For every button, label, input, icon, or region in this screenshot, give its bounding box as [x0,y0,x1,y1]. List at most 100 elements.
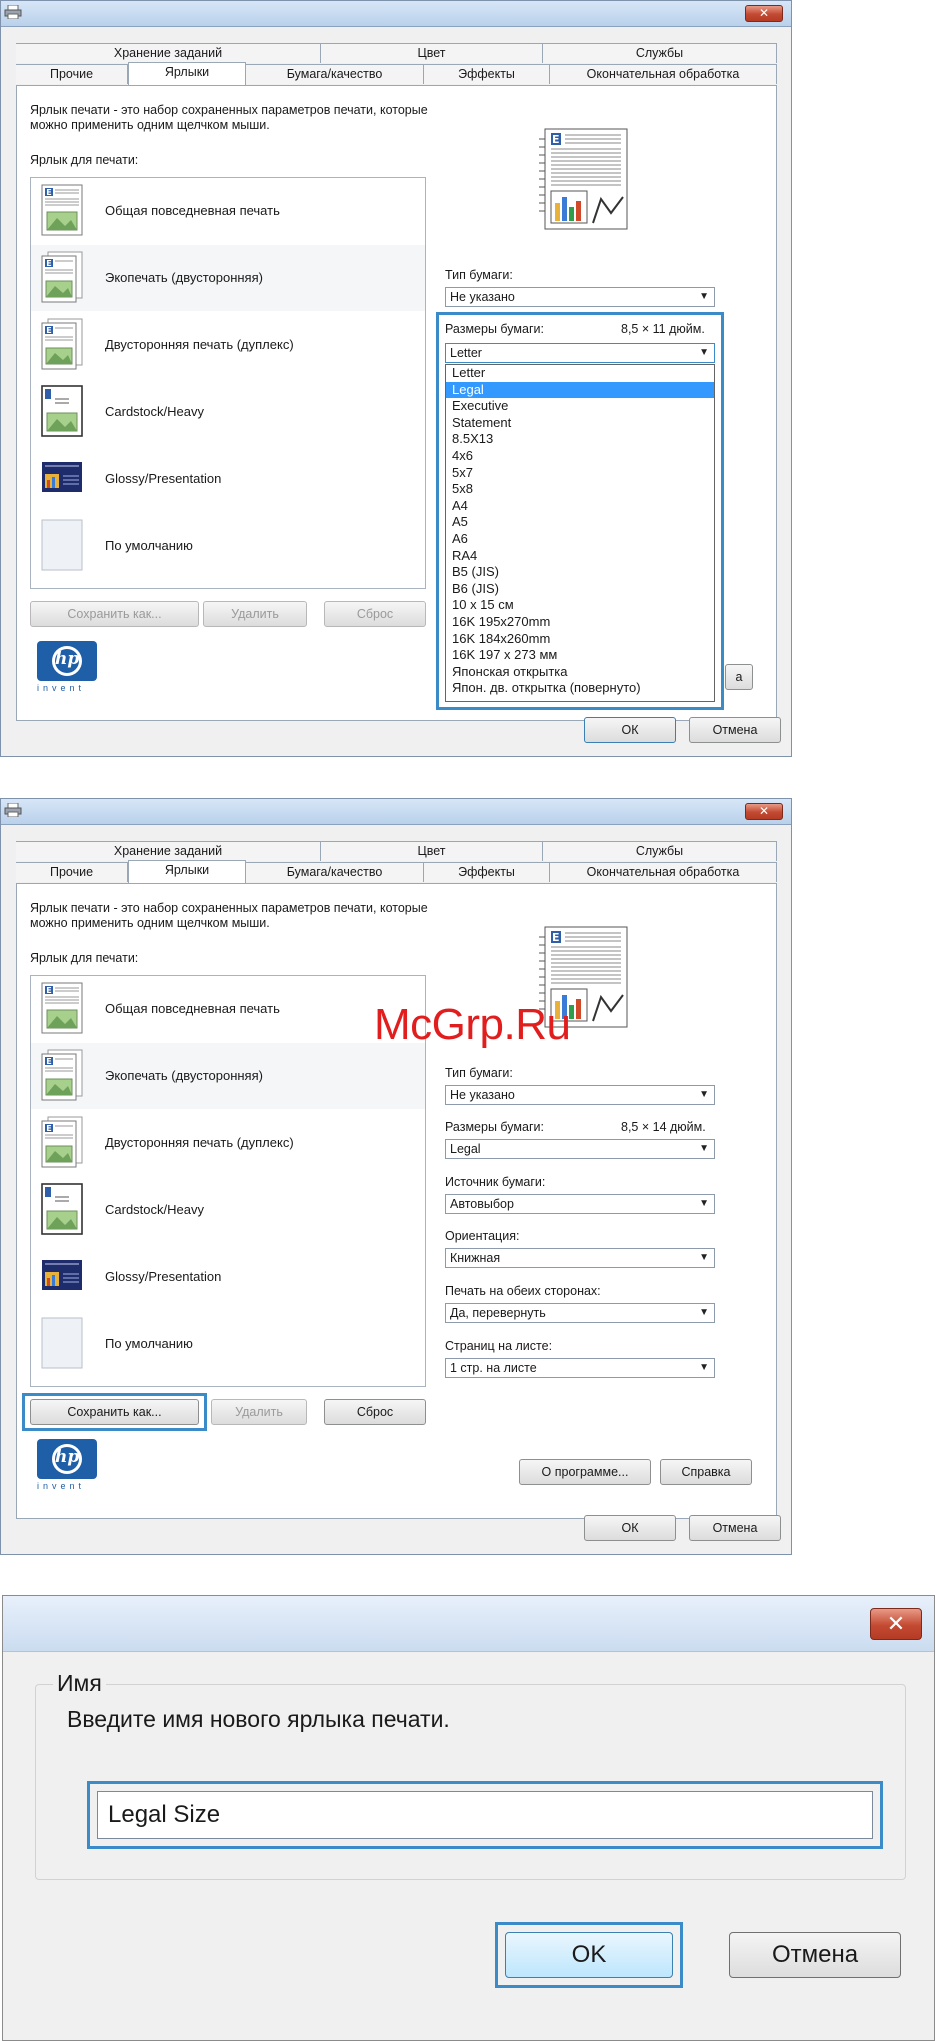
title-bar: ✕ [1,1,791,27]
list-item[interactable]: Двусторонняя печать (дуплекс) [31,1110,425,1176]
ok-button[interactable]: ОК [584,1515,676,1541]
dropdown-option[interactable]: B6 (JIS) [446,581,714,598]
dropdown-option[interactable]: 16K 184x260mm [446,631,714,648]
help-button[interactable]: Справка [660,1459,752,1485]
blank-page-icon [41,1317,83,1369]
dropdown-option[interactable]: 4x6 [446,448,714,465]
dropdown-option[interactable]: A6 [446,531,714,548]
list-item[interactable]: Двусторонняя печать (дуплекс) [31,312,425,378]
list-item[interactable]: По умолчанию [31,513,425,579]
shortcut-label: Общая повседневная печать [105,1001,280,1016]
ok-button[interactable]: ОК [584,717,676,743]
shortcuts-list[interactable]: Общая повседневная печать Экопечать (дву… [30,177,426,589]
tab-job-storage[interactable]: Хранение заданий [16,842,321,861]
tab-finishing[interactable]: Окончательная обработка [550,863,777,882]
tab-services[interactable]: Службы [543,44,777,63]
list-item[interactable]: Cardstock/Heavy [31,1177,425,1243]
tab-color[interactable]: Цвет [321,44,543,63]
dropdown-option[interactable]: 5x7 [446,465,714,482]
paper-type-select[interactable]: Не указано ▼ [445,1085,715,1105]
partial-button[interactable]: а [725,664,753,690]
shortcuts-label: Ярлык для печати: [30,153,139,167]
paper-size-dropdown[interactable]: Letter Legal Executive Statement 8.5X13 … [445,364,715,702]
dropdown-option[interactable]: A5 [446,514,714,531]
dropdown-option[interactable]: B5 (JIS) [446,564,714,581]
save-as-button[interactable]: Сохранить как... [30,1399,199,1425]
close-icon: ✕ [886,1611,906,1636]
dropdown-option[interactable]: 8.5X13 [446,431,714,448]
close-button[interactable]: ✕ [745,5,783,22]
tab-paper-quality[interactable]: Бумага/качество [246,65,424,84]
list-item[interactable]: Glossy/Presentation [31,446,425,512]
paper-type-select[interactable]: Не указано ▼ [445,287,715,307]
about-button[interactable]: О программе... [519,1459,651,1485]
list-item[interactable]: Общая повседневная печать [31,976,425,1042]
printer-icon [4,803,22,817]
reset-button[interactable]: Сброс [324,601,426,627]
dropdown-option[interactable]: Японская открытка [446,664,714,681]
glossy-icon [41,1250,83,1302]
dropdown-option[interactable]: Letter [446,365,714,382]
tab-color[interactable]: Цвет [321,842,543,861]
dropdown-option[interactable]: 10 x 15 см [446,597,714,614]
paper-size-select[interactable]: Letter ▼ [445,343,715,363]
pages-per-sheet-value: 1 стр. на листе [450,1361,537,1375]
tab-services[interactable]: Службы [543,842,777,861]
tab-finishing[interactable]: Окончательная обработка [550,65,777,84]
tab-effects[interactable]: Эффекты [424,65,550,84]
paper-size-select[interactable]: Legal ▼ [445,1139,715,1159]
shortcut-name-input[interactable]: Legal Size [97,1791,873,1839]
paper-size-label: Размеры бумаги: [445,1120,544,1134]
delete-button[interactable]: Удалить [203,601,307,627]
tab-paper-quality[interactable]: Бумага/качество [246,863,424,882]
cancel-button[interactable]: Отмена [689,1515,781,1541]
shortcuts-label: Ярлык для печати: [30,951,139,965]
duplex-document-icon [41,1116,83,1168]
chevron-down-icon: ▼ [699,1362,709,1373]
shortcuts-list[interactable]: Общая повседневная печать Экопечать (дву… [30,975,426,1387]
list-item[interactable]: Cardstock/Heavy [31,379,425,445]
paper-source-select[interactable]: Автовыбор ▼ [445,1194,715,1214]
tab-shortcuts[interactable]: Ярлыки [128,62,246,85]
list-item[interactable]: По умолчанию [31,1311,425,1377]
cancel-button[interactable]: Отмена [729,1932,901,1978]
orientation-value: Книжная [450,1251,501,1265]
list-item[interactable]: Экопечать (двусторонняя) [31,245,425,311]
close-button[interactable]: ✕ [870,1608,922,1640]
save-as-button[interactable]: Сохранить как... [30,601,199,627]
shortcut-label: По умолчанию [105,538,193,553]
dropdown-option[interactable]: Япон. дв. открытка (повернуто) [446,680,714,697]
dropdown-option-selected[interactable]: Legal [446,381,714,399]
tab-effects[interactable]: Эффекты [424,863,550,882]
cancel-button[interactable]: Отмена [689,717,781,743]
list-item[interactable]: Glossy/Presentation [31,1244,425,1310]
paper-type-label: Тип бумаги: [445,1066,513,1080]
tab-job-storage[interactable]: Хранение заданий [16,44,321,63]
tab-other[interactable]: Прочие [16,863,128,882]
shortcut-label: Двусторонняя печать (дуплекс) [105,337,294,352]
dropdown-option[interactable]: Executive [446,398,714,415]
dropdown-option[interactable]: RA4 [446,548,714,565]
pages-per-sheet-select[interactable]: 1 стр. на листе ▼ [445,1358,715,1378]
orientation-label: Ориентация: [445,1229,520,1243]
paper-type-label: Тип бумаги: [445,268,513,282]
duplex-select[interactable]: Да, перевернуть ▼ [445,1303,715,1323]
paper-size-value: Legal [450,1142,481,1156]
duplex-document-icon [41,251,83,303]
cardstock-icon [41,385,83,437]
reset-button[interactable]: Сброс [324,1399,426,1425]
delete-button[interactable]: Удалить [211,1399,307,1425]
orientation-select[interactable]: Книжная ▼ [445,1248,715,1268]
close-button[interactable]: ✕ [745,803,783,820]
dropdown-option[interactable]: 16K 197 x 273 мм [446,647,714,664]
dropdown-option[interactable]: 5x8 [446,481,714,498]
dropdown-option[interactable]: 16K 195x270mm [446,614,714,631]
tab-other[interactable]: Прочие [16,65,128,84]
list-item[interactable]: Экопечать (двусторонняя) [31,1043,425,1109]
list-item[interactable]: Общая повседневная печать [31,178,425,244]
group-label: Имя [53,1670,106,1697]
dropdown-option[interactable]: A4 [446,498,714,515]
dropdown-option[interactable]: Statement [446,415,714,432]
tab-shortcuts[interactable]: Ярлыки [128,860,246,883]
ok-button[interactable]: OK [505,1932,673,1978]
